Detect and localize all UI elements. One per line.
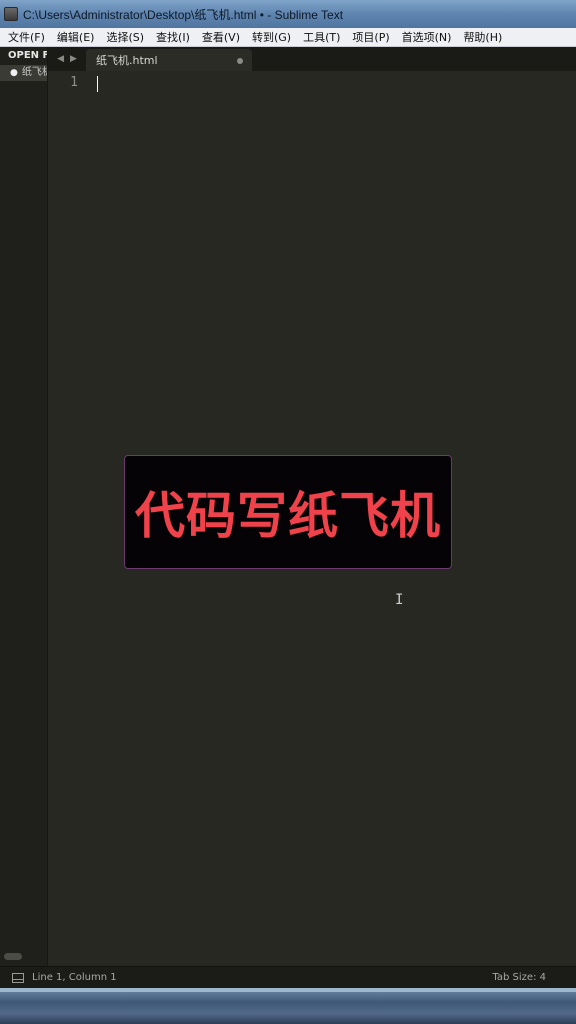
line-number: 1 bbox=[70, 75, 78, 90]
menu-selection[interactable]: 选择(S) bbox=[100, 28, 150, 47]
menu-find[interactable]: 查找(I) bbox=[150, 28, 196, 47]
menu-tools[interactable]: 工具(T) bbox=[297, 28, 346, 47]
cursor-position: Line 1, Column 1 bbox=[32, 972, 117, 983]
sidebar-scrollbar[interactable] bbox=[4, 953, 22, 960]
window-title: C:\Users\Administrator\Desktop\纸飞机.html … bbox=[23, 7, 344, 22]
caption-text: 代码写纸飞机 bbox=[135, 487, 441, 545]
text-cursor bbox=[97, 76, 98, 92]
status-bar: Line 1, Column 1 Tab Size: 4 bbox=[0, 966, 576, 988]
modified-dot-icon[interactable] bbox=[237, 58, 243, 64]
tab-bar: ◀ ▶ 纸飞机.html bbox=[48, 47, 576, 71]
menu-file[interactable]: 文件(F) bbox=[2, 28, 51, 47]
menu-bar: 文件(F) 编辑(E) 选择(S) 查找(I) 查看(V) 转到(G) 工具(T… bbox=[0, 28, 576, 47]
modified-dot-icon: ● bbox=[10, 68, 18, 78]
os-taskbar bbox=[0, 988, 576, 1024]
panel-toggle-icon[interactable] bbox=[12, 972, 24, 983]
app-icon bbox=[4, 7, 18, 21]
video-caption-overlay: 代码写纸飞机 bbox=[124, 455, 452, 569]
menu-view[interactable]: 查看(V) bbox=[196, 28, 246, 47]
tab-next-icon[interactable]: ▶ bbox=[70, 54, 77, 64]
menu-preferences[interactable]: 首选项(N) bbox=[396, 28, 458, 47]
tab-active-file[interactable]: 纸飞机.html bbox=[86, 49, 252, 71]
menu-edit[interactable]: 编辑(E) bbox=[51, 28, 101, 47]
sidebar-item-label: 纸飞机.html bbox=[21, 67, 47, 78]
menu-goto[interactable]: 转到(G) bbox=[246, 28, 297, 47]
menu-project[interactable]: 项目(P) bbox=[346, 28, 395, 47]
tab-navigation: ◀ ▶ bbox=[48, 47, 86, 71]
tab-size[interactable]: Tab Size: 4 bbox=[492, 972, 546, 983]
line-number-gutter: 1 bbox=[48, 71, 92, 966]
tab-prev-icon[interactable]: ◀ bbox=[57, 54, 64, 64]
title-bar: C:\Users\Administrator\Desktop\纸飞机.html … bbox=[0, 0, 576, 28]
menu-help[interactable]: 帮助(H) bbox=[457, 28, 508, 47]
sidebar-item-open-file[interactable]: ●纸飞机.html bbox=[0, 65, 47, 81]
sidebar-header: OPEN FILES bbox=[8, 50, 47, 61]
tab-label: 纸飞机.html bbox=[96, 54, 158, 67]
sidebar: OPEN FILES ●纸飞机.html bbox=[0, 47, 48, 966]
text-ibeam-cursor-icon: I bbox=[395, 592, 404, 608]
